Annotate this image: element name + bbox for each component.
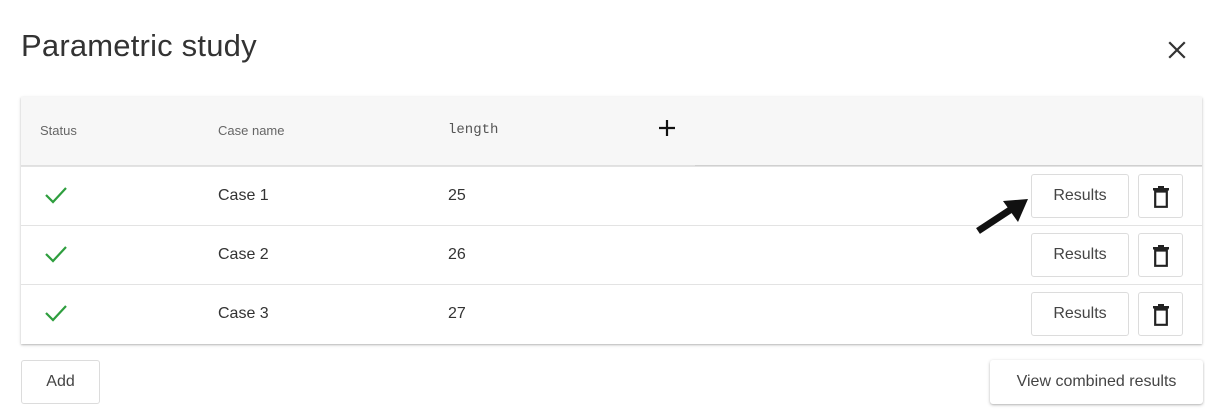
view-combined-results-button[interactable]: View combined results: [990, 360, 1203, 404]
checkmark-icon: [45, 305, 67, 322]
delete-case-button[interactable]: [1138, 292, 1183, 336]
add-parameter-button[interactable]: [657, 118, 677, 138]
checkmark-icon: [45, 246, 67, 263]
case-name-cell: Case 3: [218, 305, 269, 322]
checkmark-icon: [45, 187, 67, 204]
plus-icon: [659, 120, 675, 136]
dialog-title: Parametric study: [21, 28, 257, 63]
length-cell: 26: [448, 246, 466, 263]
results-button[interactable]: Results: [1031, 292, 1129, 336]
arrow-annotation-icon: [976, 199, 1028, 234]
case-name-cell: Case 1: [218, 187, 269, 204]
results-button[interactable]: Results: [1031, 233, 1129, 277]
trash-icon: [1153, 186, 1169, 208]
table-row: Case 3 27 Results: [21, 284, 1202, 343]
case-name-cell: Case 2: [218, 246, 269, 263]
delete-case-button[interactable]: [1138, 233, 1183, 277]
table-header: Status Case name length: [21, 97, 1202, 166]
close-button[interactable]: [1163, 36, 1191, 64]
trash-icon: [1153, 304, 1169, 326]
header-status: Status: [40, 123, 77, 138]
length-cell: 25: [448, 187, 466, 204]
close-icon: [1168, 41, 1186, 59]
results-button[interactable]: Results: [1031, 174, 1129, 218]
header-case-name: Case name: [218, 123, 285, 138]
trash-icon: [1153, 245, 1169, 267]
add-case-button[interactable]: Add: [21, 360, 100, 404]
delete-case-button[interactable]: [1138, 174, 1183, 218]
header-parameter-length: length: [448, 122, 499, 138]
length-cell: 27: [448, 305, 466, 322]
